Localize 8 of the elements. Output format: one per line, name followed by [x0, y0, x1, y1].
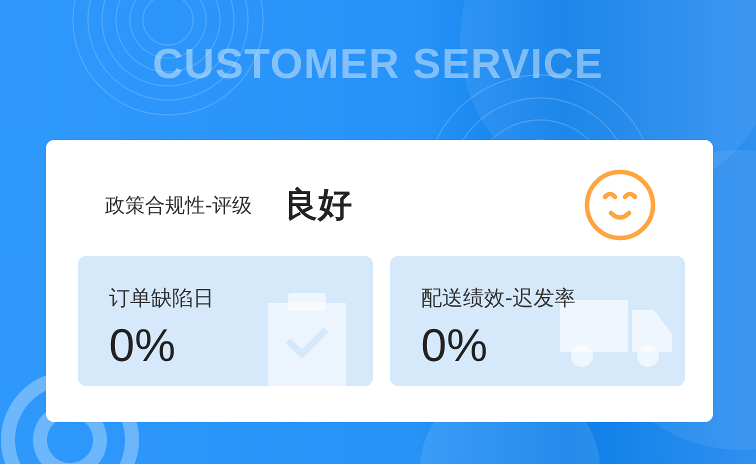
banner-title: CUSTOMER SERVICE [152, 42, 604, 86]
metric-label: 订单缺陷日 [109, 285, 214, 312]
metric-value: 0% [421, 318, 488, 372]
metric-value: 0% [109, 318, 176, 372]
rating-value: 良好 [284, 184, 352, 227]
metric-label: 配送绩效-迟发率 [421, 285, 576, 312]
smiley-icon [583, 168, 657, 242]
rating-label: 政策合规性-评级 [105, 192, 252, 218]
